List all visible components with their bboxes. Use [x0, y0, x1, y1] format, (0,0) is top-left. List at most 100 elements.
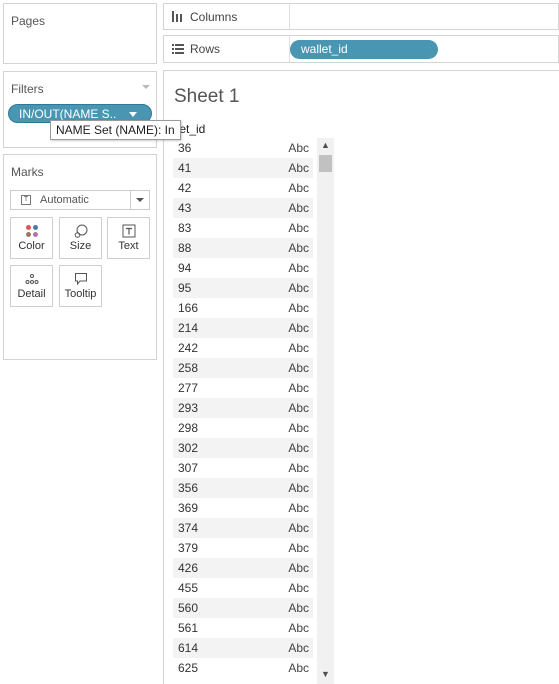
table-row[interactable]: 242 Abc: [173, 338, 313, 358]
scroll-thumb[interactable]: [319, 155, 332, 172]
wallet-id-cell[interactable]: 426: [178, 558, 198, 578]
abc-placeholder-cell[interactable]: Abc: [288, 458, 309, 478]
table-row[interactable]: 42 Abc: [173, 178, 313, 198]
abc-placeholder-cell[interactable]: Abc: [288, 578, 309, 598]
wallet-id-cell[interactable]: 625: [178, 658, 198, 678]
chevron-down-icon[interactable]: [136, 198, 144, 202]
abc-placeholder-cell[interactable]: Abc: [288, 158, 309, 178]
table-row[interactable]: 369 Abc: [173, 498, 313, 518]
abc-placeholder-cell[interactable]: Abc: [288, 198, 309, 218]
table-row[interactable]: 307 Abc: [173, 458, 313, 478]
text-t-icon: [122, 224, 135, 238]
pages-card[interactable]: Pages: [3, 3, 157, 64]
filters-menu-chevron-icon[interactable]: [142, 85, 150, 89]
abc-placeholder-cell[interactable]: Abc: [288, 258, 309, 278]
table-row[interactable]: 214 Abc: [173, 318, 313, 338]
wallet-id-cell[interactable]: 41: [178, 158, 191, 178]
rows-pill-wallet-id[interactable]: wallet_id: [290, 40, 438, 59]
table-row[interactable]: 298 Abc: [173, 418, 313, 438]
wallet-id-cell[interactable]: 258: [178, 358, 198, 378]
text-button[interactable]: Text: [107, 217, 150, 259]
wallet-id-cell[interactable]: 43: [178, 198, 191, 218]
abc-placeholder-cell[interactable]: Abc: [288, 338, 309, 358]
wallet-id-cell[interactable]: 307: [178, 458, 198, 478]
vertical-scrollbar[interactable]: ▲ ▼: [317, 138, 334, 684]
abc-placeholder-cell[interactable]: Abc: [288, 418, 309, 438]
table-row[interactable]: 43 Abc: [173, 198, 313, 218]
color-button[interactable]: Color: [10, 217, 53, 259]
wallet-id-cell[interactable]: 379: [178, 538, 198, 558]
wallet-id-cell[interactable]: 293: [178, 398, 198, 418]
wallet-id-cell[interactable]: 94: [178, 258, 191, 278]
table-row[interactable]: 426 Abc: [173, 558, 313, 578]
table-row[interactable]: 41 Abc: [173, 158, 313, 178]
table-row[interactable]: 95 Abc: [173, 278, 313, 298]
abc-placeholder-cell[interactable]: Abc: [288, 498, 309, 518]
table-row[interactable]: 560 Abc: [173, 598, 313, 618]
mark-type-dropdown[interactable]: T Automatic: [10, 190, 150, 210]
abc-placeholder-cell[interactable]: Abc: [288, 358, 309, 378]
abc-placeholder-cell[interactable]: Abc: [288, 538, 309, 558]
table-row[interactable]: 302 Abc: [173, 438, 313, 458]
abc-placeholder-cell[interactable]: Abc: [288, 638, 309, 658]
wallet-id-cell[interactable]: 42: [178, 178, 191, 198]
wallet-id-cell[interactable]: 242: [178, 338, 198, 358]
wallet-id-cell[interactable]: 83: [178, 218, 191, 238]
scroll-up-arrow-icon[interactable]: ▲: [317, 138, 334, 153]
table-row[interactable]: 293 Abc: [173, 398, 313, 418]
wallet-id-cell[interactable]: 614: [178, 638, 198, 658]
table-row[interactable]: 561 Abc: [173, 618, 313, 638]
sheet-title[interactable]: Sheet 1: [174, 86, 240, 108]
abc-placeholder-cell[interactable]: Abc: [288, 438, 309, 458]
wallet-id-cell[interactable]: 298: [178, 418, 198, 438]
abc-placeholder-cell[interactable]: Abc: [288, 238, 309, 258]
tooltip-button[interactable]: Tooltip: [59, 265, 102, 307]
abc-placeholder-cell[interactable]: Abc: [288, 318, 309, 338]
rows-label: Rows: [190, 42, 221, 56]
abc-placeholder-cell[interactable]: Abc: [288, 618, 309, 638]
wallet-id-cell[interactable]: 374: [178, 518, 198, 538]
wallet-id-cell[interactable]: 95: [178, 278, 191, 298]
abc-placeholder-cell[interactable]: Abc: [288, 658, 309, 678]
abc-placeholder-cell[interactable]: Abc: [288, 518, 309, 538]
abc-placeholder-cell[interactable]: Abc: [288, 278, 309, 298]
wallet-id-cell[interactable]: 560: [178, 598, 198, 618]
wallet-id-cell[interactable]: 369: [178, 498, 198, 518]
wallet-id-cell[interactable]: 561: [178, 618, 198, 638]
table-row[interactable]: 374 Abc: [173, 518, 313, 538]
columns-shelf[interactable]: Columns: [163, 3, 559, 30]
table-row[interactable]: 88 Abc: [173, 238, 313, 258]
table-row[interactable]: 277 Abc: [173, 378, 313, 398]
wallet-id-cell[interactable]: 356: [178, 478, 198, 498]
abc-placeholder-cell[interactable]: Abc: [288, 598, 309, 618]
filter-pill-dropdown-icon[interactable]: [129, 112, 137, 117]
table-row[interactable]: 258 Abc: [173, 358, 313, 378]
wallet-id-cell[interactable]: 166: [178, 298, 198, 318]
scroll-down-arrow-icon[interactable]: ▼: [317, 667, 334, 682]
abc-placeholder-cell[interactable]: Abc: [288, 378, 309, 398]
abc-placeholder-cell[interactable]: Abc: [288, 478, 309, 498]
table-row[interactable]: 83 Abc: [173, 218, 313, 238]
table-row[interactable]: 379 Abc: [173, 538, 313, 558]
abc-placeholder-cell[interactable]: Abc: [288, 398, 309, 418]
size-button[interactable]: Size: [59, 217, 102, 259]
wallet-id-cell[interactable]: 214: [178, 318, 198, 338]
table-row[interactable]: 356 Abc: [173, 478, 313, 498]
abc-placeholder-cell[interactable]: Abc: [288, 558, 309, 578]
table-row[interactable]: 166 Abc: [173, 298, 313, 318]
wallet-id-cell[interactable]: 88: [178, 238, 191, 258]
abc-placeholder-cell[interactable]: Abc: [288, 178, 309, 198]
wallet-id-cell[interactable]: 455: [178, 578, 198, 598]
wallet-id-cell[interactable]: 36: [178, 138, 191, 158]
abc-placeholder-cell[interactable]: Abc: [288, 138, 309, 158]
wallet-id-cell[interactable]: 302: [178, 438, 198, 458]
abc-placeholder-cell[interactable]: Abc: [288, 218, 309, 238]
detail-button[interactable]: Detail: [10, 265, 53, 307]
wallet-id-cell[interactable]: 277: [178, 378, 198, 398]
table-row[interactable]: 94 Abc: [173, 258, 313, 278]
table-row[interactable]: 625 Abc: [173, 658, 313, 678]
table-row[interactable]: 455 Abc: [173, 578, 313, 598]
table-row[interactable]: 36 Abc: [173, 138, 313, 158]
abc-placeholder-cell[interactable]: Abc: [288, 298, 309, 318]
table-row[interactable]: 614 Abc: [173, 638, 313, 658]
